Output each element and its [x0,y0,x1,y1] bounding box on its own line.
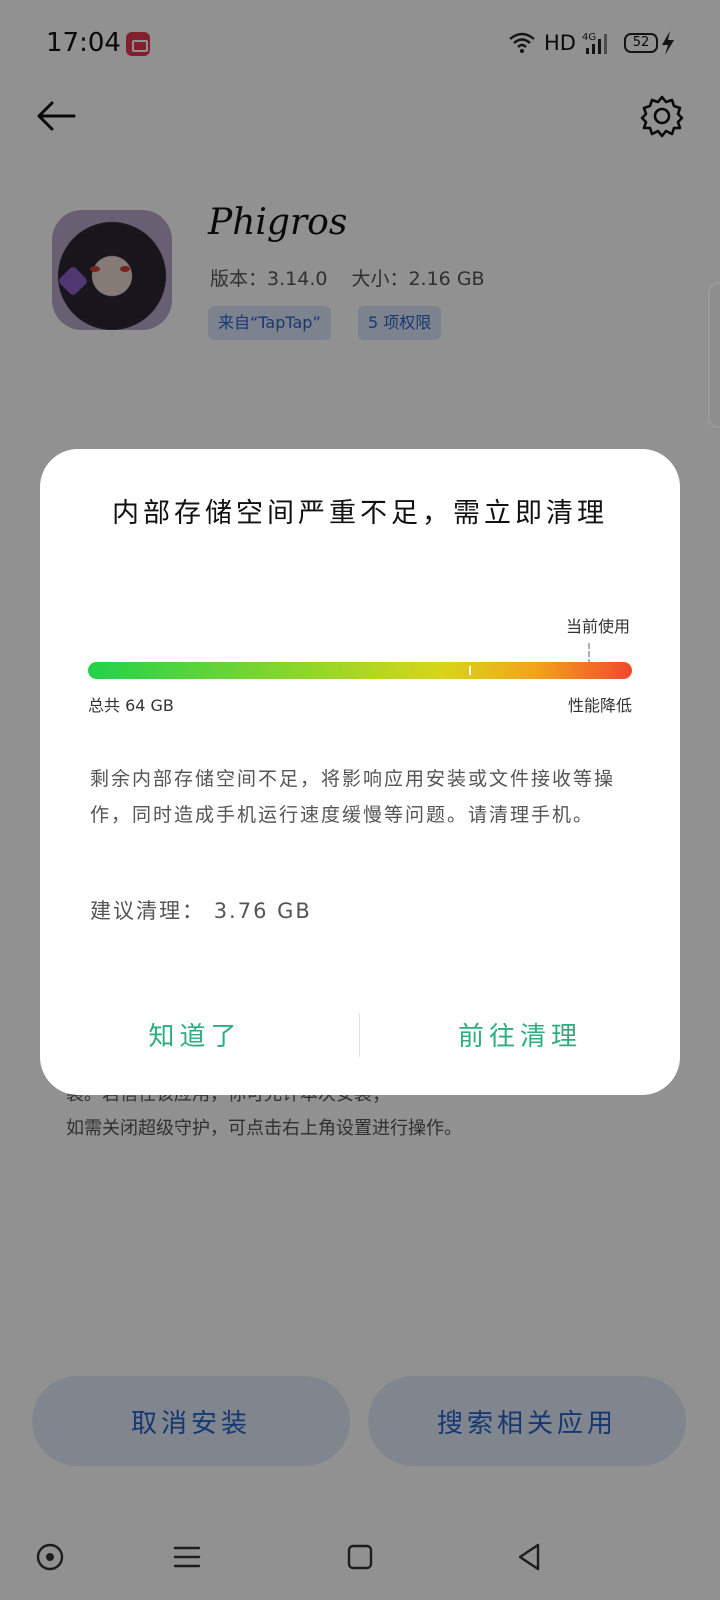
dialog-title: 内部存储空间严重不足，需立即清理 [112,498,608,529]
storage-warning-dialog: 内部存储空间严重不足，需立即清理 当前使用 总共 64 GB 性能降低 剩余内部… [40,449,680,1095]
dialog-description: 剩余内部存储空间不足，将影响应用安装或文件接收等操作，同时造成手机运行速度缓慢等… [90,768,616,826]
storage-usage-bar [88,662,632,679]
suggest-clean: 建议清理： 3.76 GB [90,895,312,925]
performance-label: 性能降低 [567,696,632,715]
suggest-label: 建议清理： [90,899,205,923]
total-storage-label: 总共 64 GB [88,696,174,715]
got-it-button[interactable]: 知道了 [40,1007,350,1061]
suggest-value: 3.76 GB [213,899,312,923]
go-clean-button[interactable]: 前往清理 [360,1007,680,1061]
side-panel-handle[interactable] [708,282,720,428]
performance-threshold-tick [468,666,471,675]
current-usage-label: 当前使用 [565,617,630,636]
